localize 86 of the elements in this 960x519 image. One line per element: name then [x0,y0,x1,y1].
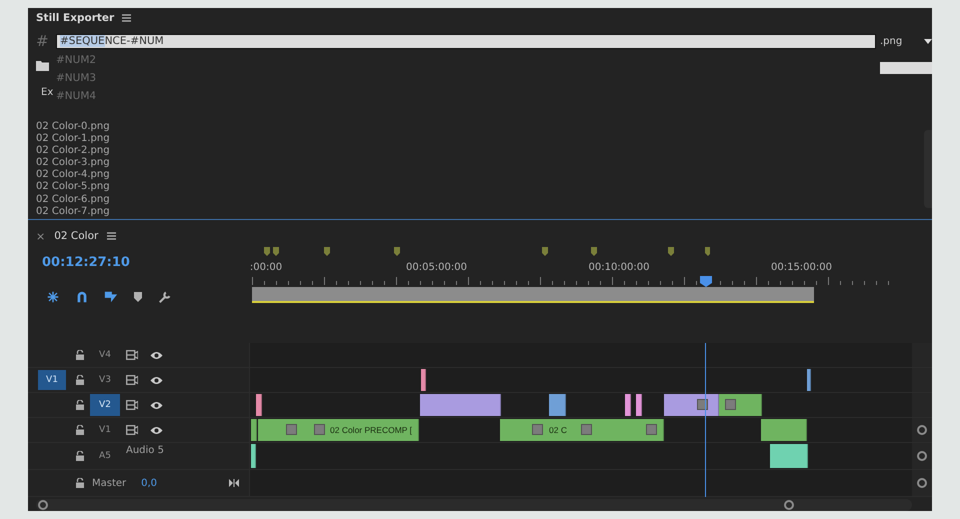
scrollbar[interactable] [924,130,932,208]
video-clip[interactable]: 02 C [500,419,664,441]
ruler-time-label: :00:00 [250,262,282,273]
film-icon[interactable] [126,425,138,435]
track-name: Audio 5 [126,445,164,456]
dropdown-caret-icon[interactable] [924,38,932,44]
fit-icon[interactable] [229,479,239,487]
clip-title: 02 C [549,425,567,435]
video-clip[interactable] [256,394,262,416]
filename-field[interactable]: #SEQUENCE-#NUM [56,34,876,48]
file-name: 02 Color-1.png [36,133,111,145]
suggestion-item[interactable]: #NUM4 [56,87,96,105]
eye-icon[interactable] [150,400,163,410]
master-volume[interactable]: 0,0 [141,478,157,488]
video-clip[interactable] [625,394,631,416]
video-clip[interactable] [636,394,642,416]
menu-icon[interactable] [107,232,116,240]
track-target[interactable]: V2 [90,394,120,416]
video-clip[interactable]: 02 Color PRECOMP [ [258,419,419,441]
suggestion-item[interactable]: #NUM2 [56,51,96,69]
audio-clip[interactable] [251,444,256,468]
video-clip[interactable] [421,369,426,391]
linked-selection-icon[interactable] [104,290,118,304]
suggestion-item[interactable]: #NUM3 [56,69,96,87]
ruler-time-label: 00:05:00:00 [406,262,467,273]
film-icon[interactable] [126,375,138,385]
fx-icon [646,424,657,435]
timecode[interactable]: 00:12:27:10 [42,255,250,270]
film-icon[interactable] [126,400,138,410]
video-clip[interactable] [420,394,501,416]
zoom-handle[interactable] [917,425,927,435]
lock-icon[interactable] [76,425,84,435]
horizontal-scrollbar[interactable] [36,499,912,511]
marker-icon[interactable] [133,291,143,303]
track-label[interactable]: A5 [90,445,120,467]
wrench-icon[interactable] [158,290,172,304]
video-clip[interactable] [549,394,566,416]
eye-icon[interactable] [150,426,163,434]
lock-icon[interactable] [76,350,84,360]
video-clip[interactable] [719,394,762,416]
fx-icon [532,424,543,435]
video-clip[interactable] [664,394,719,416]
magnet-icon[interactable] [75,290,89,304]
file-name: 02 Color-0.png [36,121,111,133]
audio-clip[interactable] [770,444,808,468]
fx-icon [697,399,708,410]
lock-icon[interactable] [76,400,84,410]
file-name: 02 Color-6.png [36,194,111,206]
eye-icon[interactable] [150,350,163,360]
track-name: Master [92,478,126,488]
export-label: Ex [41,87,54,98]
extension-label: .png [879,36,904,46]
lock-icon[interactable] [76,451,84,461]
fx-icon [581,424,592,435]
file-name: 02 Color-2.png [36,145,111,157]
source-patch[interactable]: V1 [38,370,66,390]
hash-symbol: # [36,32,50,50]
film-icon[interactable] [126,350,138,360]
eye-icon[interactable] [150,376,163,384]
lock-icon[interactable] [76,375,84,385]
file-name: 02 Color-3.png [36,157,111,169]
video-clip[interactable] [761,419,807,441]
video-clip[interactable] [251,419,257,441]
file-name: 02 Color-7.png [36,206,111,218]
zoom-handle[interactable] [917,451,927,461]
folder-icon[interactable] [36,61,49,71]
track-target[interactable]: V4 [90,344,120,366]
fx-icon [286,424,297,435]
small-input-field[interactable] [880,62,932,74]
menu-icon[interactable] [122,14,132,22]
panel-title: Still Exporter [36,12,114,24]
ruler-time-label: 00:15:00:00 [771,262,832,273]
file-name: 02 Color-4.png [36,169,111,181]
track-target[interactable]: V3 [90,369,120,391]
lock-icon[interactable] [76,478,84,488]
fx-icon [314,424,325,435]
ruler-time-label: 00:10:00:00 [588,262,650,273]
track-target[interactable]: V1 [90,419,120,441]
file-name: 02 Color-5.png [36,181,111,194]
video-clip[interactable] [807,369,811,391]
sequence-title[interactable]: 02 Color [54,230,98,242]
snap-icon[interactable] [46,290,60,304]
clip-title: 02 Color PRECOMP [ [330,425,412,435]
close-button[interactable]: × [36,230,46,242]
fx-icon [725,399,736,410]
zoom-handle[interactable] [917,478,927,488]
